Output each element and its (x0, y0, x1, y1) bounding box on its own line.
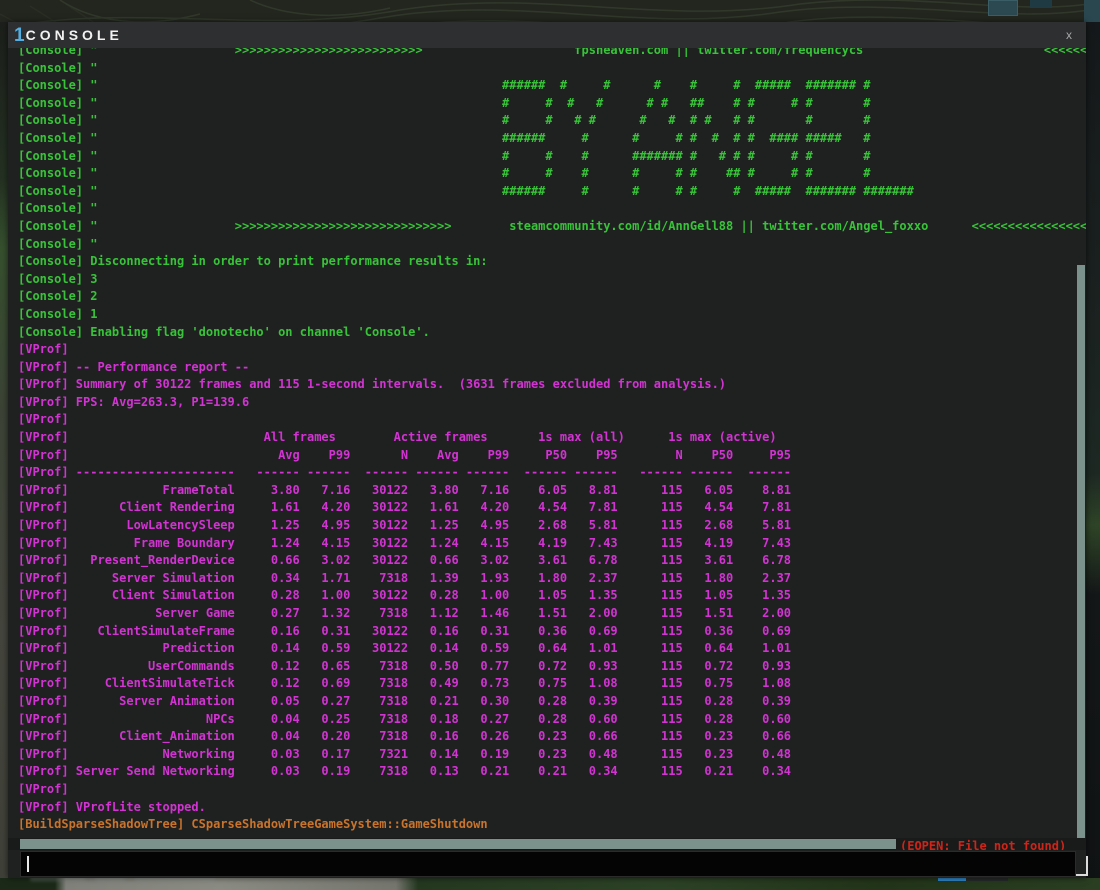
game-ui-fragment (1084, 0, 1100, 22)
console-title: CONSOLE (25, 27, 123, 43)
console-line: [VProf] FPS: Avg=263.3, P1=139.6 (18, 394, 250, 409)
game-ui-fragment (1030, 0, 1052, 8)
console-line: [Console] " ###### # # # # # # # #### ##… (18, 130, 871, 145)
console-line: [Console] " # # # # # # ## # # # # (18, 166, 871, 181)
console-line: [Console] " # # # # # # ## # # # # # (18, 95, 871, 110)
console-line: [Console] Enabling flag 'donotecho' on c… (18, 324, 430, 339)
console-line: [Console] " >>>>>>>>>>>>>>>>>>>>>>>>>> f… (18, 48, 1086, 57)
console-line: [VProf] Server Simulation 0.34 1.71 7318… (18, 570, 792, 585)
console-line: [VProf] (18, 781, 69, 796)
console-line: [VProf] FrameTotal 3.80 7.16 30122 3.80 … (18, 482, 792, 497)
console-input-row (8, 850, 1086, 878)
console-line: [VProf] Summary of 30122 frames and 115 … (18, 377, 727, 392)
console-line: [VProf] ClientSimulateTick 0.12 0.69 731… (18, 676, 792, 691)
console-line: [Console] " # # # # # # # # # # # # (18, 113, 871, 128)
console-line: [Console] Disconnecting in order to prin… (18, 254, 488, 269)
horizontal-scrollbar-thumb[interactable] (20, 839, 896, 849)
resize-handle[interactable] (1076, 856, 1088, 876)
game-background-left (0, 22, 8, 890)
console-bottom-strip: (EOPEN: File not found) (8, 838, 1086, 853)
console-titlebar[interactable]: 1 CONSOLE x (8, 22, 1086, 48)
console-line: [Console] " (18, 236, 98, 251)
console-output[interactable]: [Console] " >>>>>>>>>>>>>>>>>>>>>>>>>> f… (8, 48, 1086, 838)
console-line: [VProf] Server Game 0.27 1.32 7318 1.12 … (18, 606, 792, 620)
console-line: [Console] 1 (18, 306, 98, 321)
console-line: [VProf] (18, 342, 69, 357)
console-line: [VProf] LowLatencySleep 1.25 4.95 30122 … (18, 518, 792, 533)
console-line: [VProf] ---------------------- ------ --… (18, 465, 792, 480)
console-tab-number: 1 (14, 24, 25, 46)
console-line: [VProf] Server Animation 0.05 0.27 7318 … (18, 693, 792, 708)
console-line: [Console] 3 (18, 271, 98, 286)
text-caret (27, 856, 29, 872)
console-window: 1 CONSOLE x [Console] " >>>>>>>>>>>>>>>>… (8, 22, 1086, 878)
console-line: [VProf] Present_RenderDevice 0.66 3.02 3… (18, 553, 792, 568)
console-line: [Console] " >>>>>>>>>>>>>>>>>>>>>>>>>>>>… (18, 218, 1086, 233)
console-line: [Console] " ###### # # # # # ##### #####… (18, 78, 871, 93)
close-button[interactable]: x (1060, 26, 1078, 44)
console-line: [BuildSparseShadowTree] CSparseShadowTre… (18, 817, 488, 832)
console-line: [VProf] Client Simulation 0.28 1.00 3012… (18, 588, 792, 603)
console-line: [VProf] Client_Animation 0.04 0.20 7318 … (18, 729, 792, 744)
console-line: [VProf] Server Send Networking 0.03 0.19… (18, 764, 792, 779)
console-line: [VProf] (18, 412, 69, 427)
console-input[interactable] (20, 851, 1076, 877)
console-line: [Console] " (18, 201, 98, 216)
console-line: [VProf] VProfLite stopped. (18, 799, 206, 814)
console-line: [VProf] Client Rendering 1.61 4.20 30122… (18, 500, 792, 515)
console-line: [VProf] NPCs 0.04 0.25 7318 0.18 0.27 0.… (18, 711, 792, 726)
console-line: [Console] " (18, 60, 98, 75)
console-lines: [Console] " >>>>>>>>>>>>>>>>>>>>>>>>>> f… (18, 48, 1086, 834)
console-line: [VProf] All frames Active frames 1s max … (18, 430, 777, 445)
console-line: [VProf] -- Performance report -- (18, 359, 250, 374)
console-line: [VProf] Networking 0.03 0.17 7321 0.14 0… (18, 746, 792, 761)
vertical-scrollbar-track[interactable] (1077, 48, 1086, 838)
console-line: [VProf] Frame Boundary 1.24 4.15 30122 1… (18, 535, 792, 550)
game-ui-fragment (988, 0, 1018, 16)
console-line: [Console] " # # # ####### # # # # # # # (18, 148, 871, 163)
game-screen: 1 CONSOLE x [Console] " >>>>>>>>>>>>>>>>… (0, 0, 1100, 890)
console-line: [Console] 2 (18, 289, 98, 304)
game-background-right (1086, 22, 1100, 890)
console-line: [VProf] ClientSimulateFrame 0.16 0.31 30… (18, 623, 792, 638)
console-line: [VProf] Avg P99 N Avg P99 P50 P95 N P50 … (18, 447, 792, 462)
console-line: [Console] " ###### # # # # # ##### #####… (18, 183, 914, 198)
console-line: [VProf] Prediction 0.14 0.59 30122 0.14 … (18, 641, 792, 656)
console-line: [VProf] UserCommands 0.12 0.65 7318 0.50… (18, 658, 792, 673)
vertical-scrollbar-thumb[interactable] (1077, 265, 1085, 838)
